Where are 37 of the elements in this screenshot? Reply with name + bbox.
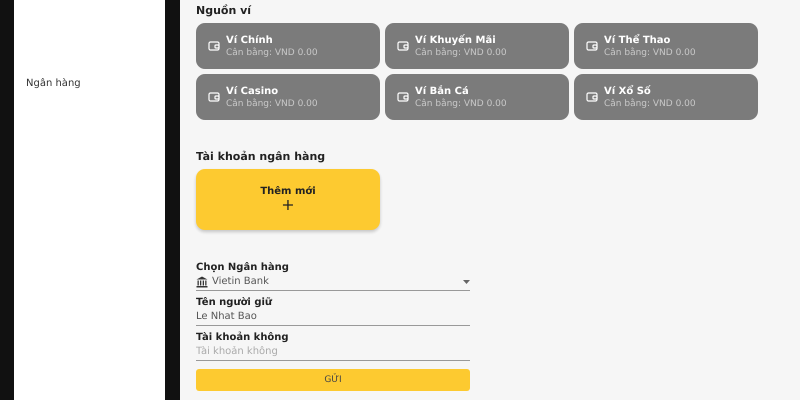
wallet-name: Ví Xổ Số [604,86,652,96]
wallet-balance: Cân bằng: VND 0.00 [604,98,696,108]
wallet-balance: Cân bằng: VND 0.00 [604,48,696,58]
submit-button[interactable]: GỬI [196,369,470,391]
section-title: Tài khoản ngân hàng [196,150,326,163]
wallet-card[interactable]: Ví Thể Thao Cân bằng: VND 0.00 [574,23,758,69]
field-label: Tài khoản không [196,332,290,343]
input-field[interactable]: Le Nhat Bao [196,311,470,322]
wallet-balance: Cân bằng: VND 0.00 [226,48,318,58]
bank-select[interactable]: Vietin Bank [212,276,459,287]
wallet-card[interactable]: Ví Xổ Số Cân bằng: VND 0.00 [574,74,758,120]
wallet-icon [586,40,598,52]
sidebar-item[interactable]: Ngân hàng [26,78,165,89]
wallet-name: Ví Khuyến Mãi [415,34,497,46]
wallet-icon [208,40,220,52]
field-label: Chọn Ngân hàng [196,262,290,273]
add-new-button[interactable]: Thêm mới + [196,169,380,230]
wallet-icon [397,40,409,52]
wallet-icon [208,91,220,103]
wallet-card[interactable]: Ví Chính Cân bằng: VND 0.00 [196,23,380,69]
wallet-card[interactable]: Ví Khuyến Mãi Cân bằng: VND 0.00 [385,23,569,69]
wallet-name: Ví Thể Thao [604,34,672,46]
input-field[interactable]: Tài khoản không [196,346,470,357]
wallet-icon [586,91,598,103]
section-title: Nguồn ví [196,4,252,17]
field-label: Tên người giữ [196,297,274,308]
wallet-balance: Cân bằng: VND 0.00 [415,48,507,58]
wallet-balance: Cân bằng: VND 0.00 [226,98,318,108]
wallet-name: Ví Chính [226,34,274,46]
wallet-card[interactable]: Ví Bắn Cá Cân bằng: VND 0.00 [385,74,569,120]
caret-icon [463,280,470,284]
wallet-name: Ví Bắn Cá [415,86,470,96]
wallet-name: Ví Casino [226,86,280,96]
wallet-balance: Cân bằng: VND 0.00 [415,98,507,108]
wallet-card[interactable]: Ví Casino Cân bằng: VND 0.00 [196,74,380,120]
wallet-icon [397,91,409,103]
bank-icon [196,276,208,288]
